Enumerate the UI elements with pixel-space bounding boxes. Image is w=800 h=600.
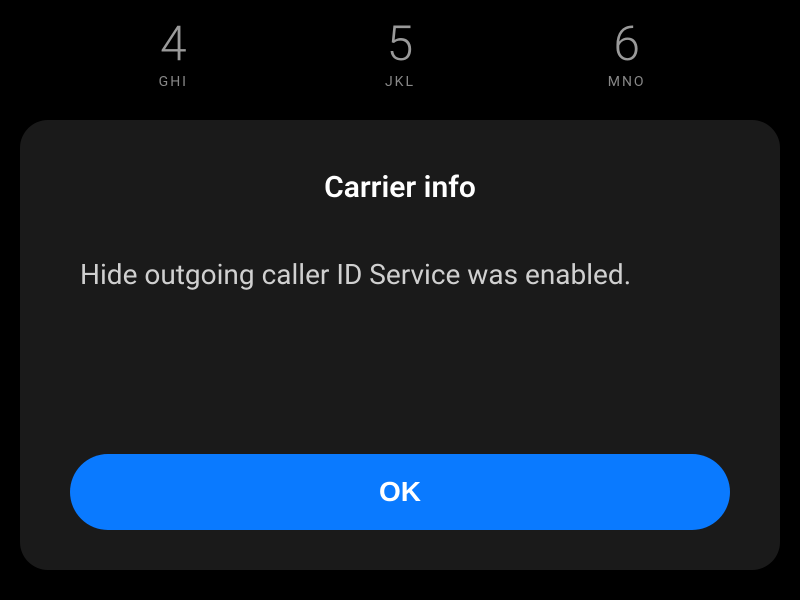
dial-letters: JKL	[385, 74, 415, 90]
dial-key-5[interactable]: 5 JKL	[340, 20, 460, 90]
ok-button[interactable]: OK	[70, 454, 730, 530]
dial-key-6[interactable]: 6 MNO	[567, 20, 687, 90]
dialer-row: 4 GHI 5 JKL 6 MNO	[0, 0, 800, 90]
dial-letters: GHI	[159, 74, 188, 90]
dial-letters: MNO	[608, 74, 646, 90]
dial-number: 4	[160, 20, 187, 68]
dial-key-4[interactable]: 4 GHI	[113, 20, 233, 90]
carrier-info-dialog: Carrier info Hide outgoing caller ID Ser…	[20, 120, 780, 570]
dialog-title: Carrier info	[70, 170, 730, 205]
dialog-message: Hide outgoing caller ID Service was enab…	[70, 255, 730, 424]
dial-number: 6	[613, 20, 640, 68]
dial-number: 5	[387, 20, 414, 68]
